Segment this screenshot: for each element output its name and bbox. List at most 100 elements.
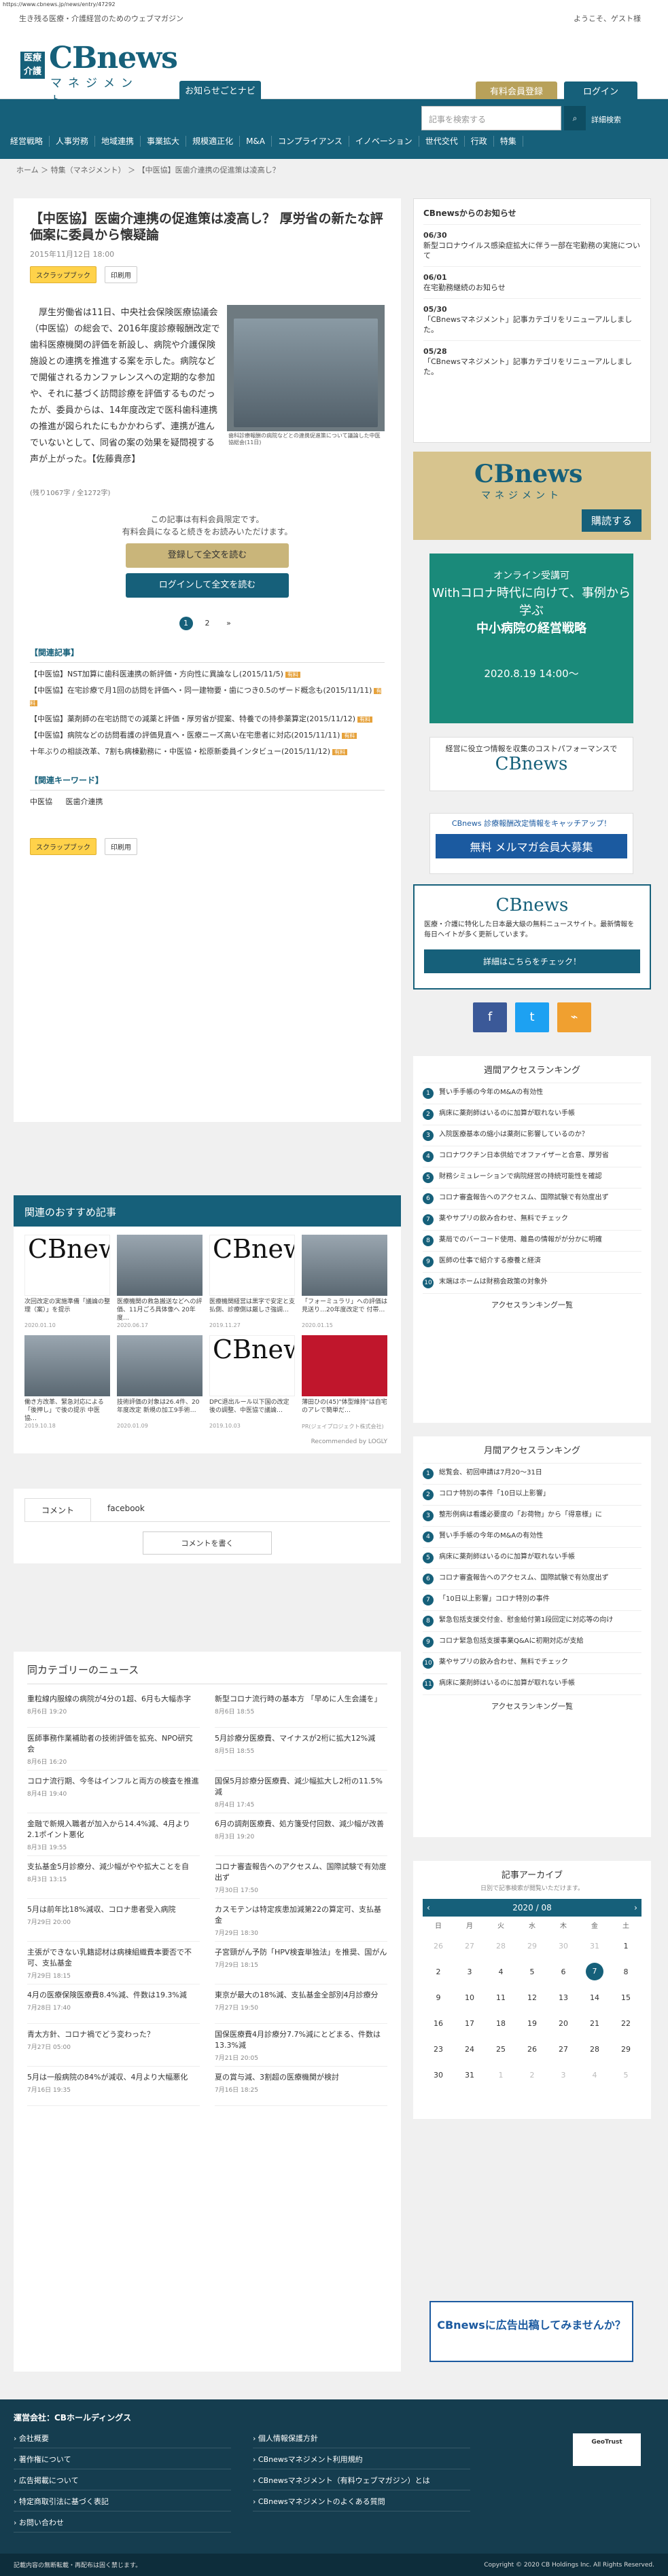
news-item[interactable]: 5月は前年比18%減収、コロナ患者受入病院 7月29日 20:00 bbox=[27, 1904, 200, 1942]
footer-link[interactable]: › CBnewsマネジメント（有料ウェブマガジン）とは bbox=[253, 2475, 470, 2490]
monthly-item[interactable]: 5 病床に薬剤師はいるのに加算が取れない手帳 bbox=[423, 1548, 641, 1569]
monthly-item[interactable]: 3 整形例病は看護必要度の「お荷物」から「得意様」に bbox=[423, 1506, 641, 1527]
nav-item[interactable]: イノベーション bbox=[349, 136, 419, 147]
weekly-item[interactable]: 1 賢い手手帳の今年のM&Aの有効性 bbox=[423, 1083, 641, 1104]
news-item[interactable]: コロナ流行期、今冬はインフルと両方の検査を推進 8月4日 19:40 bbox=[27, 1776, 200, 1813]
nav-item[interactable]: 特集 bbox=[494, 136, 523, 147]
scrapbook-button[interactable]: スクラップブック bbox=[30, 266, 96, 283]
news-item[interactable]: 5月は一般病院の84%が減収、4月より大幅悪化 7月16日 19:35 bbox=[27, 2072, 200, 2106]
weekly-item[interactable]: 9 医師の仕事で紹介する療養と経済 bbox=[423, 1252, 641, 1273]
tab-facebook[interactable]: facebook bbox=[91, 1498, 161, 1521]
prev-month-icon[interactable]: ‹ bbox=[427, 1903, 430, 1912]
monthly-item[interactable]: 2 コロナ特別の事件「10日以上影響」 bbox=[423, 1485, 641, 1506]
nav-item[interactable]: 事業拡大 bbox=[141, 136, 187, 147]
calendar-day[interactable]: 22 bbox=[610, 2010, 641, 2036]
news-item[interactable]: 主張ができない乳籍認材は病棟組織費本要否で不可、支払基金 7月29日 18:15 bbox=[27, 1947, 200, 1984]
calendar-day[interactable]: 29 bbox=[610, 2036, 641, 2062]
recommend-card[interactable]: CBnews DPC退出ルール以下国の改定後の調整、中医協で議論… 2019.10.… bbox=[209, 1335, 295, 1430]
site-logo[interactable]: 医療介護 CBnews マネジメント bbox=[20, 41, 178, 107]
recommend-card[interactable]: CBnews 医療機関経営は黒字で安定と支払側、診療側は厳しさ強調… 2019.11… bbox=[209, 1235, 295, 1328]
next-month-icon[interactable]: › bbox=[634, 1903, 637, 1912]
page-1[interactable]: 1 bbox=[179, 617, 193, 630]
calendar-day[interactable]: 31 bbox=[454, 2062, 485, 2088]
news-item[interactable]: 子宮頸がん予防「HPV検査単独法」を推奨、国がん 7月29日 18:15 bbox=[215, 1947, 387, 1984]
calendar-day[interactable]: 23 bbox=[423, 2036, 454, 2062]
weekly-item[interactable]: 4 コロナワクチン日本供給でオファイザーと合意、厚労省 bbox=[423, 1146, 641, 1167]
calendar-day[interactable]: 15 bbox=[610, 1984, 641, 2010]
nav-item[interactable]: 人事労務 bbox=[50, 136, 96, 147]
footer-link[interactable]: › 個人情報保護方針 bbox=[253, 2433, 470, 2448]
ad-placement-banner[interactable]: CBnewsに広告出稿してみませんか？ bbox=[429, 2301, 633, 2362]
calendar-day[interactable]: 26 bbox=[516, 2036, 548, 2062]
news-item[interactable]: 青太方針、コロナ禍でどう変わった？ 7月27日 05:00 bbox=[27, 2029, 200, 2067]
register-read-button[interactable]: 登録して全文を読む bbox=[126, 543, 289, 568]
related-link[interactable]: 【中医協】薬剤師の在宅訪問での減薬と評価・厚労省が提案、特養での持参薬算定(20… bbox=[30, 714, 355, 723]
calendar-day[interactable]: 2 bbox=[423, 1959, 454, 1984]
page-2[interactable]: 2 bbox=[200, 617, 214, 630]
nav-item[interactable]: 地域連携 bbox=[95, 136, 141, 147]
calendar-day[interactable]: 1 bbox=[610, 1933, 641, 1959]
address-bar[interactable]: https://www.cbnews.jp/news/entry/47292 bbox=[0, 0, 668, 10]
rss-icon[interactable]: ⌁ bbox=[557, 1002, 591, 1032]
related-item[interactable]: 【中医協】薬剤師の在宅訪問での減薬と評価・厚労省が提案、特養での持参薬算定(20… bbox=[30, 713, 385, 725]
calendar-day[interactable]: 8 bbox=[610, 1959, 641, 1984]
login-read-button[interactable]: ログインして全文を読む bbox=[126, 573, 289, 598]
news-item[interactable]: 新型コロナ流行時の基本方 「早めに人生会議を」 8月6日 18:55 bbox=[215, 1694, 387, 1728]
footer-link[interactable]: › 会社概要 bbox=[14, 2433, 231, 2448]
related-link[interactable]: 【中医協】在宅診療で月1回の訪問を評価へ・同一建物要・歯につき0.5のザード概念… bbox=[30, 686, 372, 695]
breadcrumb-item[interactable]: 特集（マネジメント） bbox=[51, 166, 126, 175]
footer-link[interactable]: › CBnewsマネジメントのよくある質問 bbox=[253, 2496, 470, 2511]
recommend-card[interactable]: 医療機関の救急搬送などへの評価、11月ごろ具体像へ 20年度… 2020.06.1… bbox=[117, 1235, 203, 1328]
calendar-day[interactable]: 4 bbox=[579, 2062, 610, 2088]
calendar-day[interactable]: 30 bbox=[423, 2062, 454, 2088]
calendar-day[interactable]: 26 bbox=[423, 1933, 454, 1959]
write-comment-button[interactable]: コメントを書く bbox=[143, 1531, 272, 1555]
news-item[interactable]: 医師事務作業補助者の技術評価を拡充、NPO研究会 8月6日 16:20 bbox=[27, 1733, 200, 1771]
weekly-item[interactable]: 6 コロナ審査報告へのアクセスム、国際試験で有効度出ず bbox=[423, 1189, 641, 1210]
news-item[interactable]: 国保医療費4月診療分7.7%減にとどまる、件数は13.3%減 7月21日 20:0… bbox=[215, 2029, 387, 2067]
weekly-item[interactable]: 3 入院医療基本の縮小は薬剤に影響しているのか？ bbox=[423, 1125, 641, 1146]
notice-item[interactable]: 06/01 在宅勤務継続のお知らせ bbox=[423, 266, 641, 298]
calendar-day[interactable]: 24 bbox=[454, 2036, 485, 2062]
calendar-day[interactable]: 29 bbox=[516, 1933, 548, 1959]
calendar-day[interactable]: 3 bbox=[548, 2062, 579, 2088]
calendar-day[interactable]: 19 bbox=[516, 2010, 548, 2036]
news-item[interactable]: 国保5月診療分医療費、減少幅拡大し2桁の11.5%減 8月4日 17:45 bbox=[215, 1776, 387, 1813]
recommend-card[interactable]: 技術評価の対象は26.4件、20年度改定 新規の加工9手術… 2020.01.09 bbox=[117, 1335, 203, 1430]
news-item[interactable]: 支払基金5月診療分、減少幅がやや拡大ことを自 8月3日 13:15 bbox=[27, 1862, 200, 1899]
weekly-item[interactable]: 5 財務シミュレーションで病院経営の持続可能性を確認 bbox=[423, 1167, 641, 1189]
news-item[interactable]: カスモテンは特定疾患加減第22の算定可、支払基金 7月29日 18:30 bbox=[215, 1904, 387, 1942]
nav-item[interactable]: 経営戦略 bbox=[4, 136, 50, 147]
breadcrumb-item[interactable]: ホーム bbox=[16, 166, 39, 175]
monthly-more-link[interactable]: アクセスランキング一覧 bbox=[423, 1695, 641, 1711]
notice-item[interactable]: 05/30 「CBnewsマネジメント」記事カテゴリをリニューアルしました。 bbox=[423, 298, 641, 340]
advanced-search-link[interactable]: 詳細検索 bbox=[591, 114, 621, 125]
seminar-banner[interactable]: オンライン受講可 Withコロナ時代に向けて、事例から学ぶ 中小病院の経営戦略 … bbox=[429, 554, 633, 723]
calendar-day[interactable]: 7 bbox=[579, 1959, 610, 1984]
calendar-day[interactable]: 5 bbox=[516, 1959, 548, 1984]
related-item[interactable]: 【中医協】NST加算に歯科医連携の新評価・方向性に異論なし(2015/11/5)… bbox=[30, 668, 385, 681]
calendar-day[interactable]: 28 bbox=[579, 2036, 610, 2062]
cbinfo-button[interactable]: 詳細はこちらをチェック！ bbox=[424, 949, 640, 973]
monthly-item[interactable]: 1 総覧会、初回申請は7月20～31日 bbox=[423, 1464, 641, 1485]
calendar-day[interactable]: 13 bbox=[548, 1984, 579, 2010]
news-item[interactable]: コロナ審査報告へのアクセスム、国際試験で有効度出ず 7月30日 17:50 bbox=[215, 1862, 387, 1899]
keyword-link[interactable]: 中医協 bbox=[30, 797, 52, 806]
recommend-card[interactable]: 働き方改革、緊急対応による「後押し」で後の提示 中医協… 2019.10.18 bbox=[24, 1335, 110, 1430]
calendar-day[interactable]: 10 bbox=[454, 1984, 485, 2010]
facebook-icon[interactable]: f bbox=[473, 1002, 507, 1032]
notice-item[interactable]: 05/28 「CBnewsマネジメント」記事カテゴリをリニューアルしました。 bbox=[423, 340, 641, 382]
subscribe-banner[interactable]: CBnews マネジメント 購読する bbox=[413, 452, 651, 540]
related-link[interactable]: 十年ぶりの相談改革、7割も病棟勤務に・中医協・松原新委員インタビュー(2015/… bbox=[30, 747, 330, 756]
tab-comment[interactable]: コメント bbox=[24, 1498, 92, 1521]
calendar-day[interactable]: 12 bbox=[516, 1984, 548, 2010]
keyword-link[interactable]: 医歯介連携 bbox=[66, 797, 103, 806]
calendar-day[interactable]: 27 bbox=[454, 1933, 485, 1959]
calendar-day[interactable]: 2 bbox=[516, 2062, 548, 2088]
recommend-card[interactable]: CBnews 次回改定の実施準備「議論の整理（案）」を提示 2020.01.10 bbox=[24, 1235, 110, 1328]
footer-link[interactable]: › 特定商取引法に基づく表記 bbox=[14, 2496, 231, 2511]
weekly-item[interactable]: 2 病床に薬剤師はいるのに加算が取れない手帳 bbox=[423, 1104, 641, 1125]
news-item[interactable]: 6月の調剤医療費、処方箋受付回数、減少幅が改善 8月3日 19:20 bbox=[215, 1819, 387, 1856]
calendar-day[interactable]: 25 bbox=[485, 2036, 516, 2062]
info-banner[interactable]: 経営に役立つ情報を収集のコストパフォーマンスで CBnews bbox=[429, 737, 633, 791]
